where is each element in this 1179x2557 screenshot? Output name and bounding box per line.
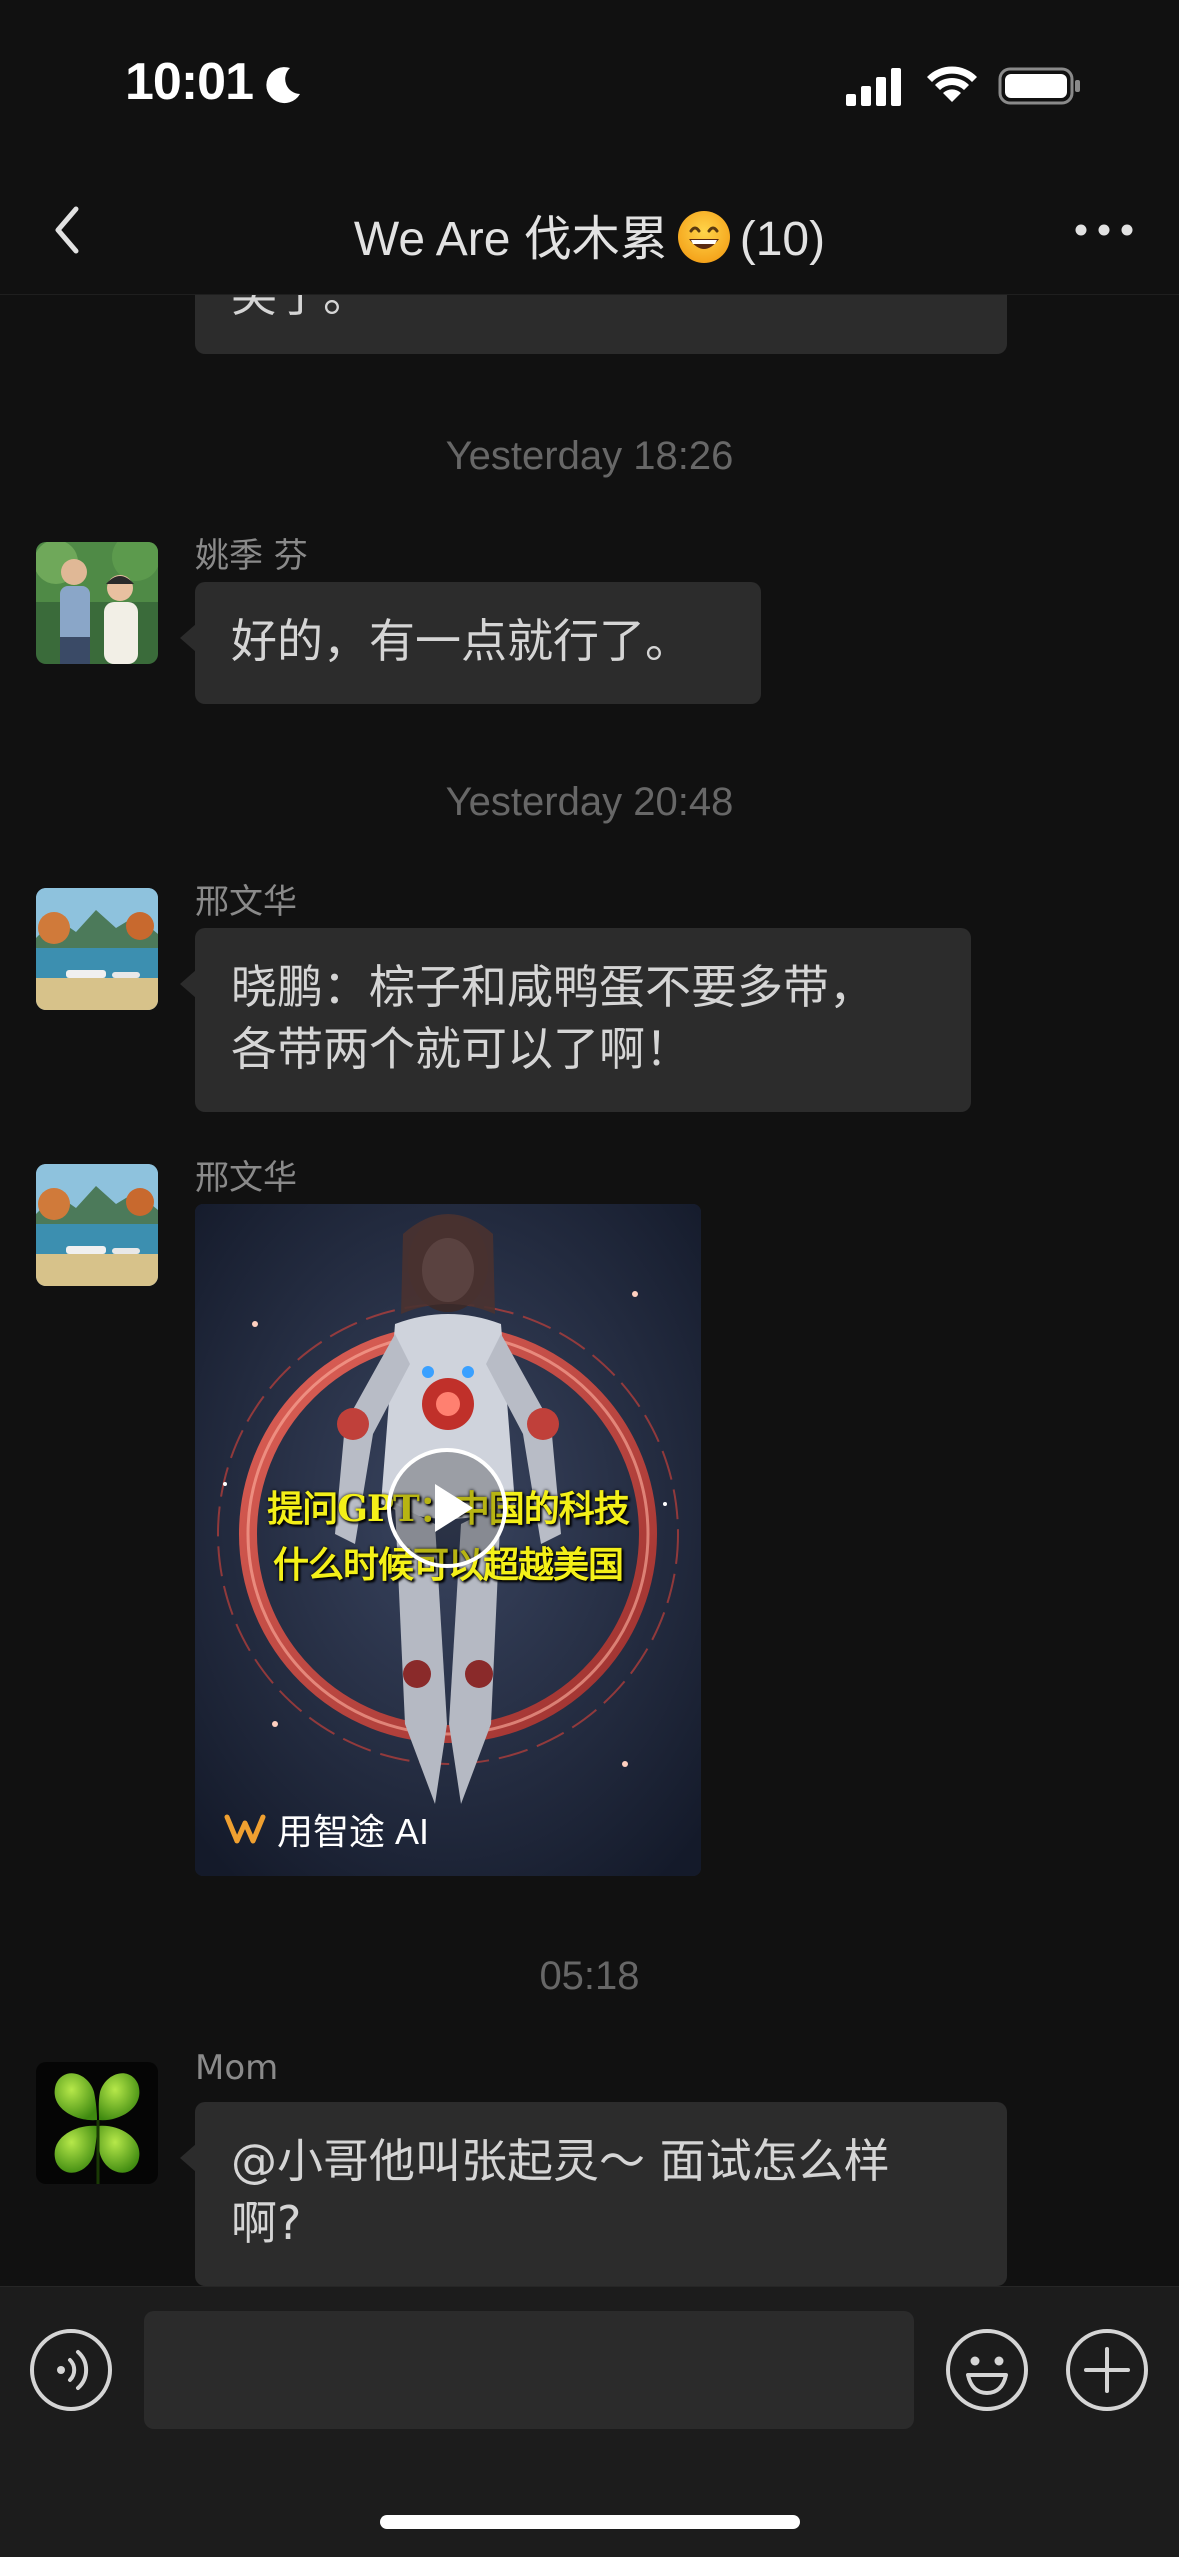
message-input[interactable] bbox=[144, 2311, 914, 2429]
status-time: 10:01 bbox=[125, 53, 254, 111]
message-text-line: @小哥他叫张起灵～ 面试怎么样 bbox=[231, 2134, 890, 2188]
timestamp: Yesterday 18:26 bbox=[445, 434, 734, 478]
plus-icon[interactable] bbox=[1064, 2327, 1150, 2413]
more-dots-icon[interactable] bbox=[1069, 207, 1139, 253]
emoji-icon[interactable] bbox=[944, 2327, 1030, 2413]
grinning-face-emoji-icon bbox=[677, 211, 730, 263]
message-bubble[interactable]: 笑了。 bbox=[195, 294, 1007, 354]
timestamp: 05:18 bbox=[539, 1954, 640, 1998]
avatar[interactable] bbox=[36, 542, 158, 664]
message-text: 好的，有一点就行了。 bbox=[231, 614, 691, 668]
message-text-line: 晓鹏：棕子和咸鸭蛋不要多带， bbox=[231, 960, 875, 1014]
message-bubble[interactable]: 晓鹏：棕子和咸鸭蛋不要多带， 各带两个就可以了啊！ bbox=[195, 928, 971, 1112]
video-brand: 用智途 AI bbox=[223, 1804, 429, 1854]
message-text: 笑了。 bbox=[231, 294, 369, 322]
bubble-tail bbox=[180, 624, 196, 652]
message-bubble[interactable]: @小哥他叫张起灵～ 面试怎么样 啊? bbox=[195, 2102, 1007, 2286]
brand-logo-icon bbox=[224, 1814, 266, 1844]
group-title: We Are 伐木累 (10) bbox=[0, 199, 1179, 269]
chat-header: We Are 伐木累 (10) bbox=[0, 175, 1179, 295]
timestamp: Yesterday 20:48 bbox=[445, 780, 734, 824]
sender-name: Mom bbox=[195, 2048, 279, 2088]
input-bar bbox=[0, 2286, 1179, 2557]
wifi-icon bbox=[927, 66, 977, 102]
message-text-line: 啊? bbox=[231, 2196, 302, 2250]
home-indicator[interactable] bbox=[380, 2515, 800, 2529]
moon-icon bbox=[266, 67, 300, 104]
voice-input-icon[interactable] bbox=[28, 2327, 114, 2413]
video-message[interactable]: 提问GPT：中国的科技 什么时候可以超越美国 用智途 AI bbox=[195, 1204, 701, 1876]
avatar[interactable] bbox=[36, 2062, 158, 2184]
play-icon[interactable] bbox=[385, 1446, 509, 1570]
sender-name: 邢文华 bbox=[195, 1158, 297, 1198]
message-bubble[interactable]: 好的，有一点就行了。 bbox=[195, 582, 761, 704]
sender-name: 姚季 芬 bbox=[195, 536, 308, 576]
status-bar: 10:01 bbox=[0, 0, 1179, 175]
avatar[interactable] bbox=[36, 1164, 158, 1286]
group-name: We Are 伐木累 bbox=[353, 213, 668, 266]
battery-icon bbox=[998, 67, 1080, 105]
message-list[interactable]: 笑了。 Yesterday 18:26 姚季 芬 好的，有一点就行了。 Yest… bbox=[0, 294, 1179, 2286]
bubble-tail bbox=[180, 2144, 196, 2172]
sender-name: 邢文华 bbox=[195, 882, 297, 922]
member-count: (10) bbox=[739, 213, 826, 266]
message-text-line: 各带两个就可以了啊！ bbox=[231, 1022, 691, 1076]
avatar[interactable] bbox=[36, 888, 158, 1010]
brand-text: 用智途 AI bbox=[277, 1811, 430, 1852]
bubble-tail bbox=[180, 970, 196, 998]
cellular-signal-icon bbox=[846, 68, 901, 106]
